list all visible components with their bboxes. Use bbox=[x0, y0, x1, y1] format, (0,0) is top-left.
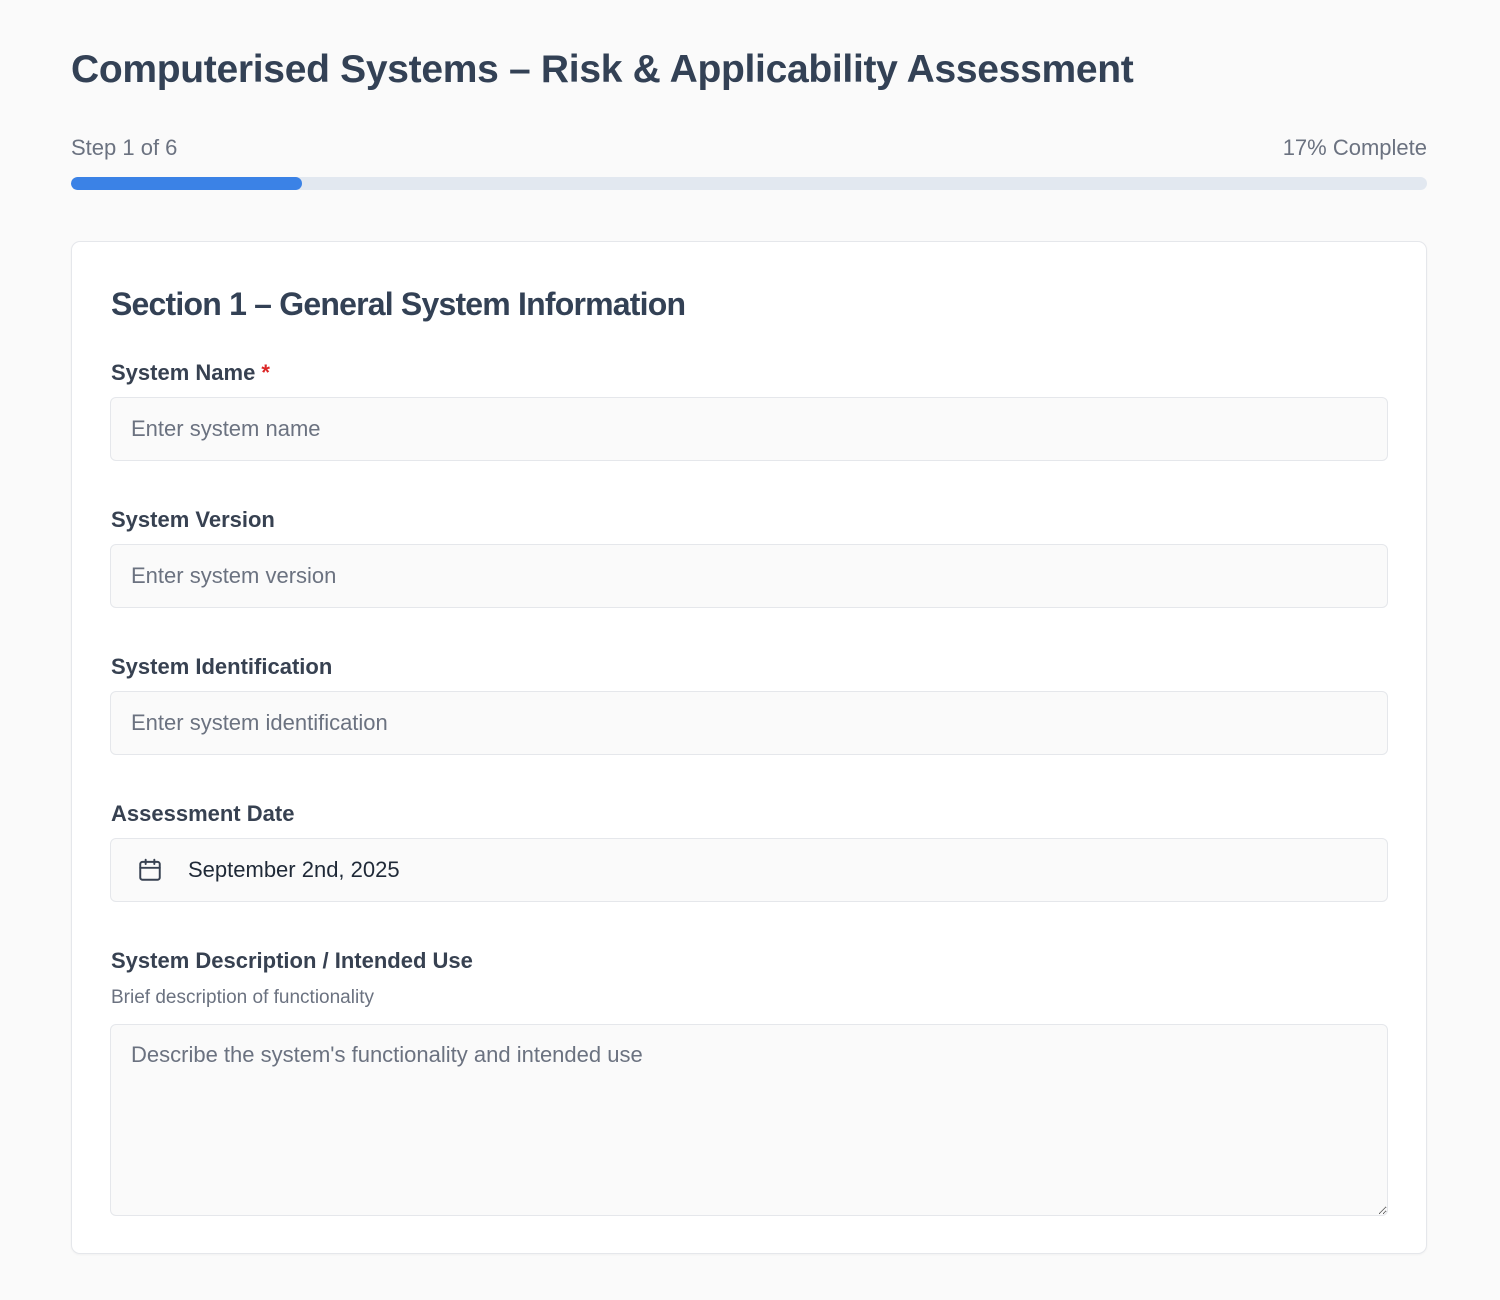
progress-bar bbox=[71, 177, 1427, 190]
step-indicator: Step 1 of 6 bbox=[71, 135, 178, 160]
system-description-label: System Description / Intended Use bbox=[111, 948, 473, 973]
assessment-date-value: September 2nd, 2025 bbox=[188, 857, 400, 882]
page-title: Computerised Systems – Risk & Applicabil… bbox=[71, 48, 1134, 91]
assessment-date-label: Assessment Date bbox=[111, 801, 295, 826]
form-card: Section 1 – General System Information S… bbox=[71, 241, 1427, 1254]
system-version-input[interactable] bbox=[110, 544, 1388, 608]
system-identification-input[interactable] bbox=[110, 691, 1388, 755]
percent-complete: 17% Complete bbox=[1282, 135, 1427, 160]
required-marker: * bbox=[261, 360, 270, 385]
section-title: Section 1 – General System Information bbox=[111, 286, 686, 322]
calendar-icon bbox=[137, 857, 163, 883]
assessment-page: Computerised Systems – Risk & Applicabil… bbox=[0, 0, 1500, 1300]
progress-bar-fill bbox=[71, 177, 302, 190]
progress-header: Step 1 of 6 17% Complete bbox=[71, 134, 1427, 162]
system-name-label: System Name * bbox=[111, 359, 270, 387]
system-identification-label: System Identification bbox=[111, 654, 333, 679]
system-name-label-text: System Name bbox=[111, 360, 256, 385]
system-version-label: System Version bbox=[111, 507, 275, 532]
assessment-date-picker[interactable]: September 2nd, 2025 bbox=[110, 838, 1388, 902]
system-name-input[interactable] bbox=[110, 397, 1388, 461]
system-description-textarea[interactable] bbox=[110, 1024, 1388, 1216]
system-description-hint: Brief description of functionality bbox=[111, 987, 374, 1008]
